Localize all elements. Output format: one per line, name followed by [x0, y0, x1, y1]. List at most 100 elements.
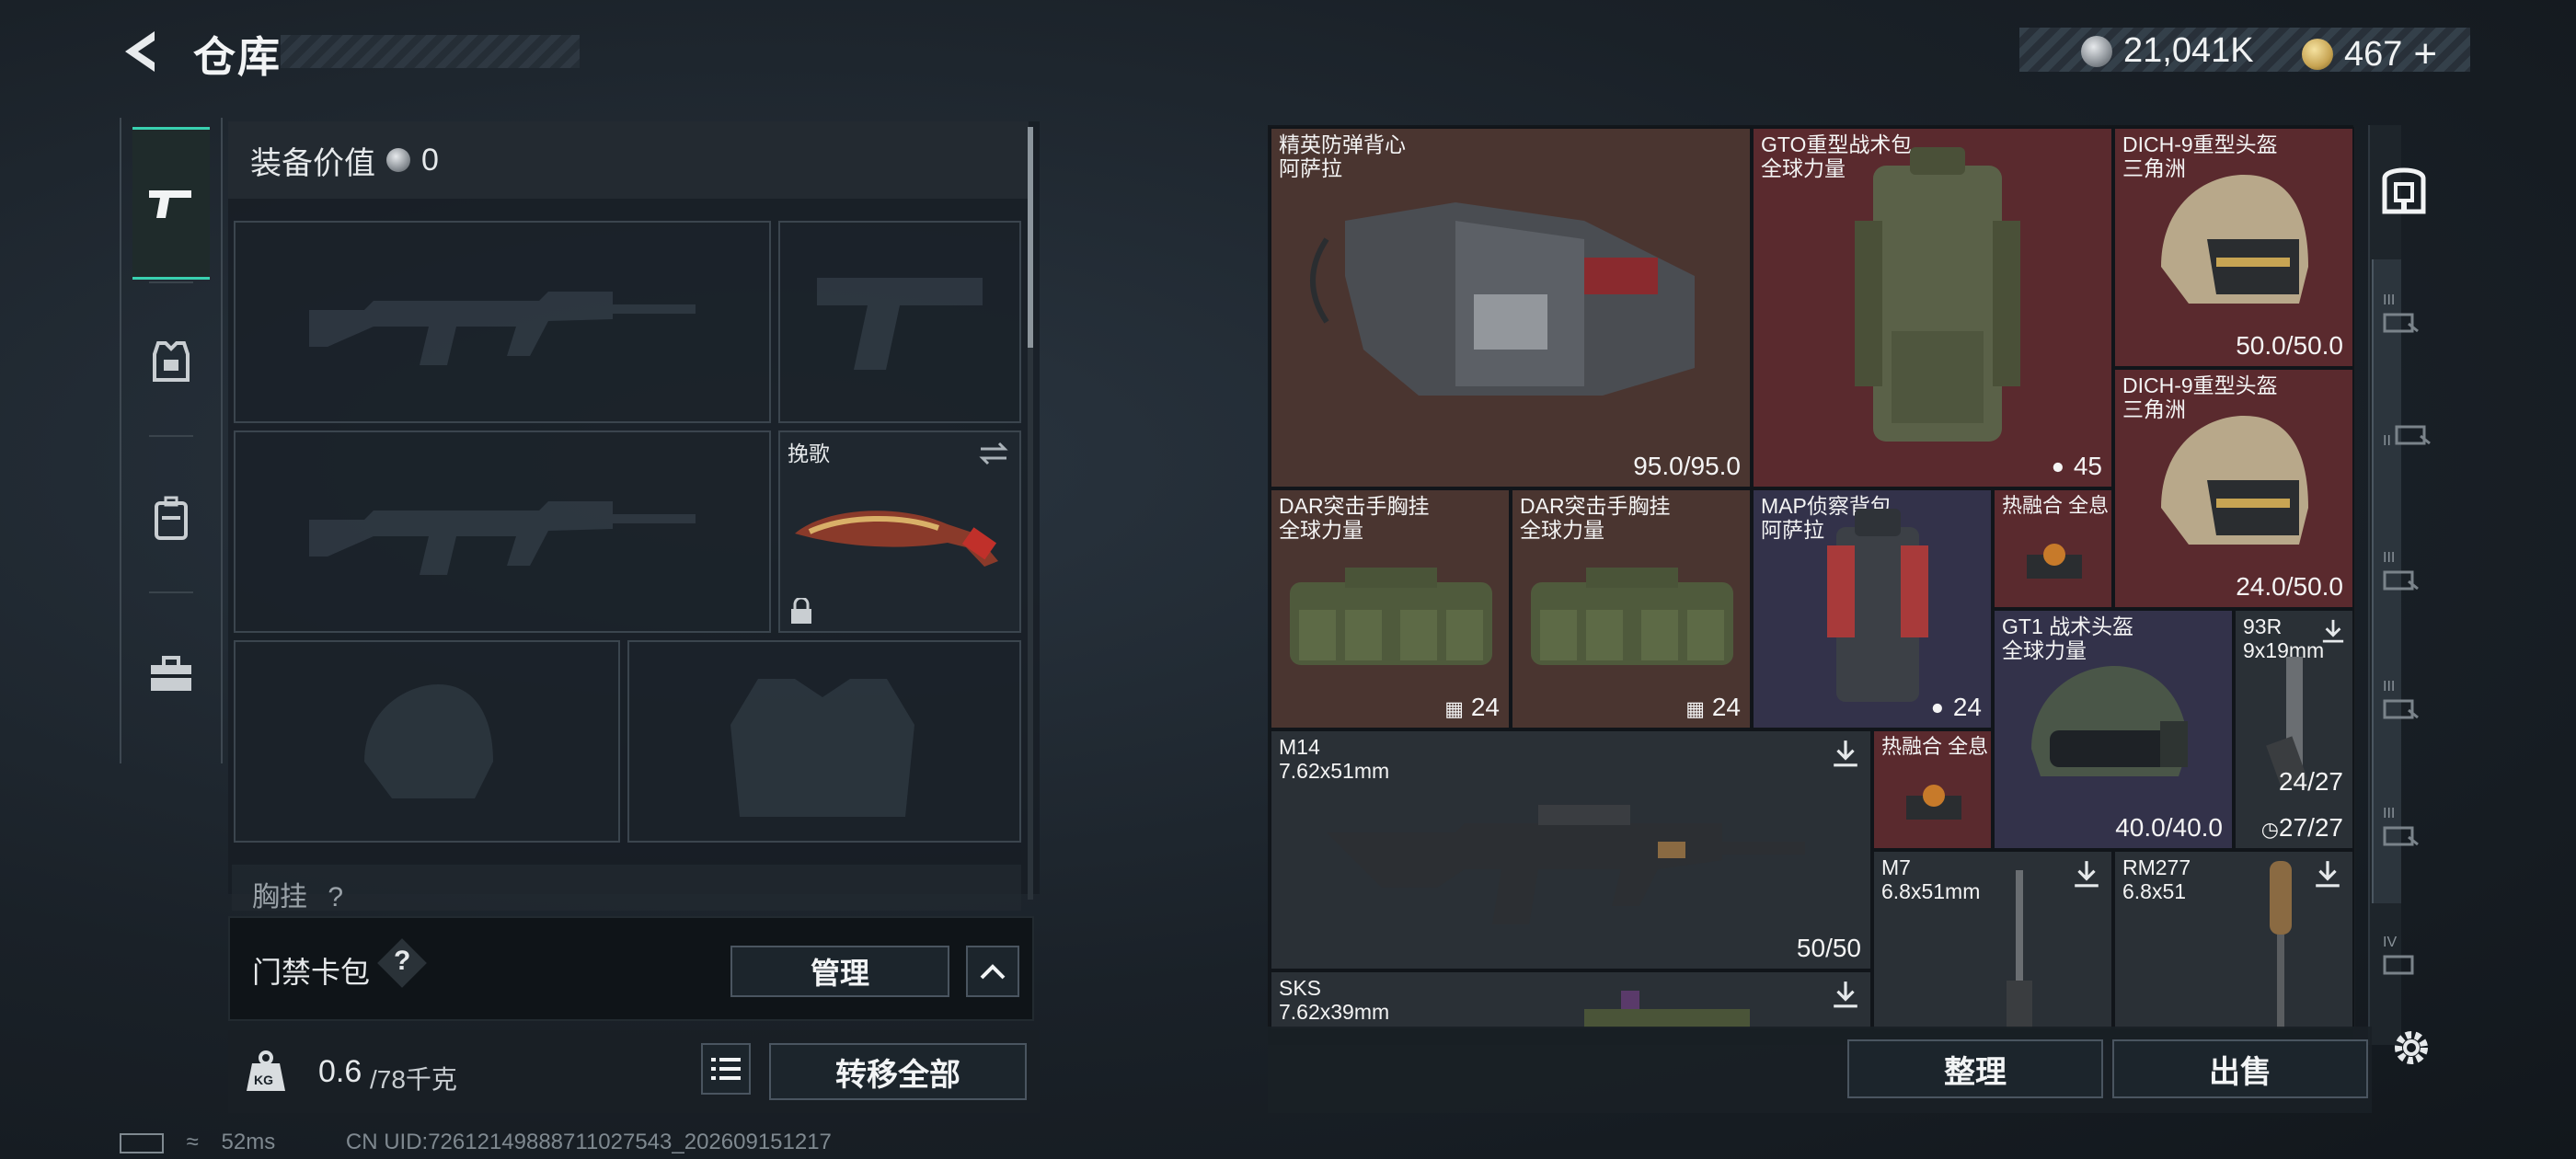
- back-button[interactable]: [118, 28, 166, 75]
- backpack-capacity-icon: ⚫: [2049, 456, 2067, 479]
- inventory-item[interactable]: DICH-9重型头盔 三角洲 50.0/50.0: [2113, 127, 2354, 368]
- rifle-icon: [1327, 805, 1805, 924]
- wifi-icon: ≈: [186, 1130, 199, 1154]
- melee-slot[interactable]: 挽歌: [778, 430, 1021, 633]
- transfer-all-button[interactable]: 转移全部: [769, 1043, 1027, 1100]
- item-name: DAR突击手胸挂 全球力量: [1520, 494, 1671, 542]
- download-icon[interactable]: [2321, 618, 2345, 644]
- container-icon: [2383, 826, 2419, 846]
- helmet-slot[interactable]: [234, 640, 620, 843]
- inventory-item[interactable]: GTO重型战术包 全球力量 ⚫ 45: [1752, 127, 2113, 488]
- silver-amount: 21,041K: [2123, 31, 2254, 70]
- inventory-grid: 精英防弹背心 阿萨拉 95.0/95.0 GTO重型战术包 全球力量 ⚫ 45 DI…: [1270, 127, 2355, 1028]
- inventory-item[interactable]: 热融合 全息: [1993, 488, 2113, 609]
- rifle-silhouette-icon: [309, 292, 696, 365]
- inventory-item[interactable]: M14 7.62x51mm 50/50: [1270, 729, 1872, 970]
- item-name: M7 6.8x51mm: [1881, 855, 1981, 903]
- access-card-bar: 门禁卡包 ? 管理: [228, 916, 1034, 1021]
- suppressor-rifle-icon: [2270, 861, 2292, 1028]
- item-name: DAR突击手胸挂 全球力量: [1279, 494, 1430, 542]
- title-decoration: [281, 35, 580, 68]
- inventory-item[interactable]: DAR突击手胸挂 全球力量 ▦ 24: [1511, 488, 1752, 729]
- inventory-item[interactable]: SKS 7.62x39mm: [1270, 970, 1872, 1028]
- settings-button[interactable]: [2388, 1025, 2434, 1071]
- container-icon: [2383, 699, 2419, 719]
- nav-armor[interactable]: [132, 288, 210, 435]
- nav-weapons[interactable]: [132, 127, 210, 280]
- weight-kg-icon: KG: [243, 1049, 289, 1095]
- sidearm-slot[interactable]: [778, 221, 1021, 423]
- inventory-item[interactable]: DICH-9重型头盔 三角洲 24.0/50.0: [2113, 368, 2354, 609]
- item-ammo: 50/50: [1796, 934, 1861, 962]
- gold-plus-button[interactable]: +: [2413, 31, 2437, 77]
- download-icon[interactable]: [1832, 739, 1859, 768]
- expand-button[interactable]: [966, 946, 1019, 997]
- download-icon[interactable]: [2073, 859, 2100, 889]
- inventory-item[interactable]: DAR突击手胸挂 全球力量 ▦ 24: [1270, 488, 1511, 729]
- equipment-value: 0: [421, 142, 439, 178]
- backpack-icon: [1827, 509, 1928, 702]
- armor-slot[interactable]: [627, 640, 1021, 843]
- equipment-panel: 装备价值 0 挽歌: [228, 121, 1040, 894]
- nav-toolbox[interactable]: [132, 601, 210, 748]
- item-capacity: ⚫ 24: [1928, 693, 1982, 721]
- download-icon[interactable]: [1832, 980, 1859, 1009]
- chest-rig-icon: [1290, 568, 1492, 665]
- backpack-icon: [1855, 147, 2020, 442]
- safe-box-button[interactable]: [2381, 160, 2427, 217]
- container-tier-1[interactable]: III: [2383, 293, 2432, 342]
- helmet-icon: [2161, 416, 2308, 545]
- inventory-item[interactable]: GT1 战术头盔 全球力量 40.0/40.0: [1993, 609, 2234, 850]
- sell-button[interactable]: 出售: [2112, 1039, 2368, 1098]
- container-tier-3[interactable]: III: [2383, 550, 2432, 600]
- weight-current: 0.6: [318, 1054, 362, 1089]
- inventory-item[interactable]: 精英防弹背心 阿萨拉 95.0/95.0: [1270, 127, 1752, 488]
- item-name: GT1 战术头盔 全球力量: [2002, 614, 2134, 662]
- item-durability: 95.0/95.0: [1633, 452, 1741, 480]
- download-icon[interactable]: [2314, 859, 2341, 889]
- sort-button[interactable]: 整理: [1847, 1039, 2103, 1098]
- loadout-nav: [120, 118, 223, 763]
- tactical-helmet-icon: [2031, 666, 2188, 776]
- timer-icon: ◷: [2260, 818, 2279, 841]
- lock-icon: [791, 598, 811, 624]
- uid-text: CN UID:72612149888711027543_202609151217: [345, 1130, 832, 1154]
- item-name: M14 7.62x51mm: [1279, 735, 1390, 783]
- container-tier-6[interactable]: IV: [2383, 935, 2432, 984]
- primary-weapon-slot[interactable]: [234, 221, 771, 423]
- container-icon: [2395, 425, 2432, 445]
- knife-icon: [795, 511, 998, 567]
- container-tier-5[interactable]: III: [2383, 806, 2432, 855]
- gold-currency[interactable]: 467 +: [2302, 31, 2437, 77]
- silver-currency[interactable]: 21,041K: [2081, 31, 2254, 71]
- item-durability: 24.0/50.0: [2236, 572, 2343, 601]
- card-pack-label: 门禁卡包: [252, 956, 371, 989]
- inventory-item[interactable]: 热融合 全息: [1872, 729, 1993, 850]
- inventory-item[interactable]: 93R 9x19mm 24/27 ◷27/27: [2234, 609, 2354, 850]
- list-view-button[interactable]: [701, 1043, 751, 1095]
- section-peek-label: 胸挂: [252, 882, 307, 912]
- container-icon: [2383, 570, 2419, 591]
- battery-icon: [120, 1132, 164, 1153]
- inventory-item[interactable]: MAP侦察背包 阿萨拉 ⚫ 24: [1752, 488, 1993, 729]
- back-arrow-icon: [125, 31, 155, 72]
- pistol-silhouette-icon: [817, 278, 983, 370]
- item-name: RM277 6.8x51: [2122, 855, 2191, 903]
- vest-icon: [1310, 202, 1695, 396]
- container-icon: [2383, 313, 2419, 333]
- nav-backpack[interactable]: [132, 444, 210, 591]
- secondary-weapon-slot[interactable]: [234, 430, 771, 633]
- container-tier-4[interactable]: III: [2383, 679, 2432, 729]
- gold-coin-icon: [2302, 39, 2333, 70]
- chest-rig-section-header: 胸挂 ?: [232, 865, 1021, 912]
- item-capacity: ▦ 24: [1444, 693, 1500, 721]
- backpack-icon: [155, 496, 188, 540]
- swap-icon[interactable]: [977, 440, 1010, 467]
- item-name: 热融合 全息: [1881, 735, 1989, 758]
- equipment-scroll-thumb[interactable]: [1028, 127, 1033, 348]
- inventory-item[interactable]: M7 6.8x51mm: [1872, 850, 2113, 1028]
- chevron-up-icon: [980, 964, 1006, 980]
- container-tier-2[interactable]: II: [2383, 421, 2432, 471]
- inventory-item[interactable]: RM277 6.8x51: [2113, 850, 2354, 1028]
- manage-button[interactable]: 管理: [730, 946, 949, 997]
